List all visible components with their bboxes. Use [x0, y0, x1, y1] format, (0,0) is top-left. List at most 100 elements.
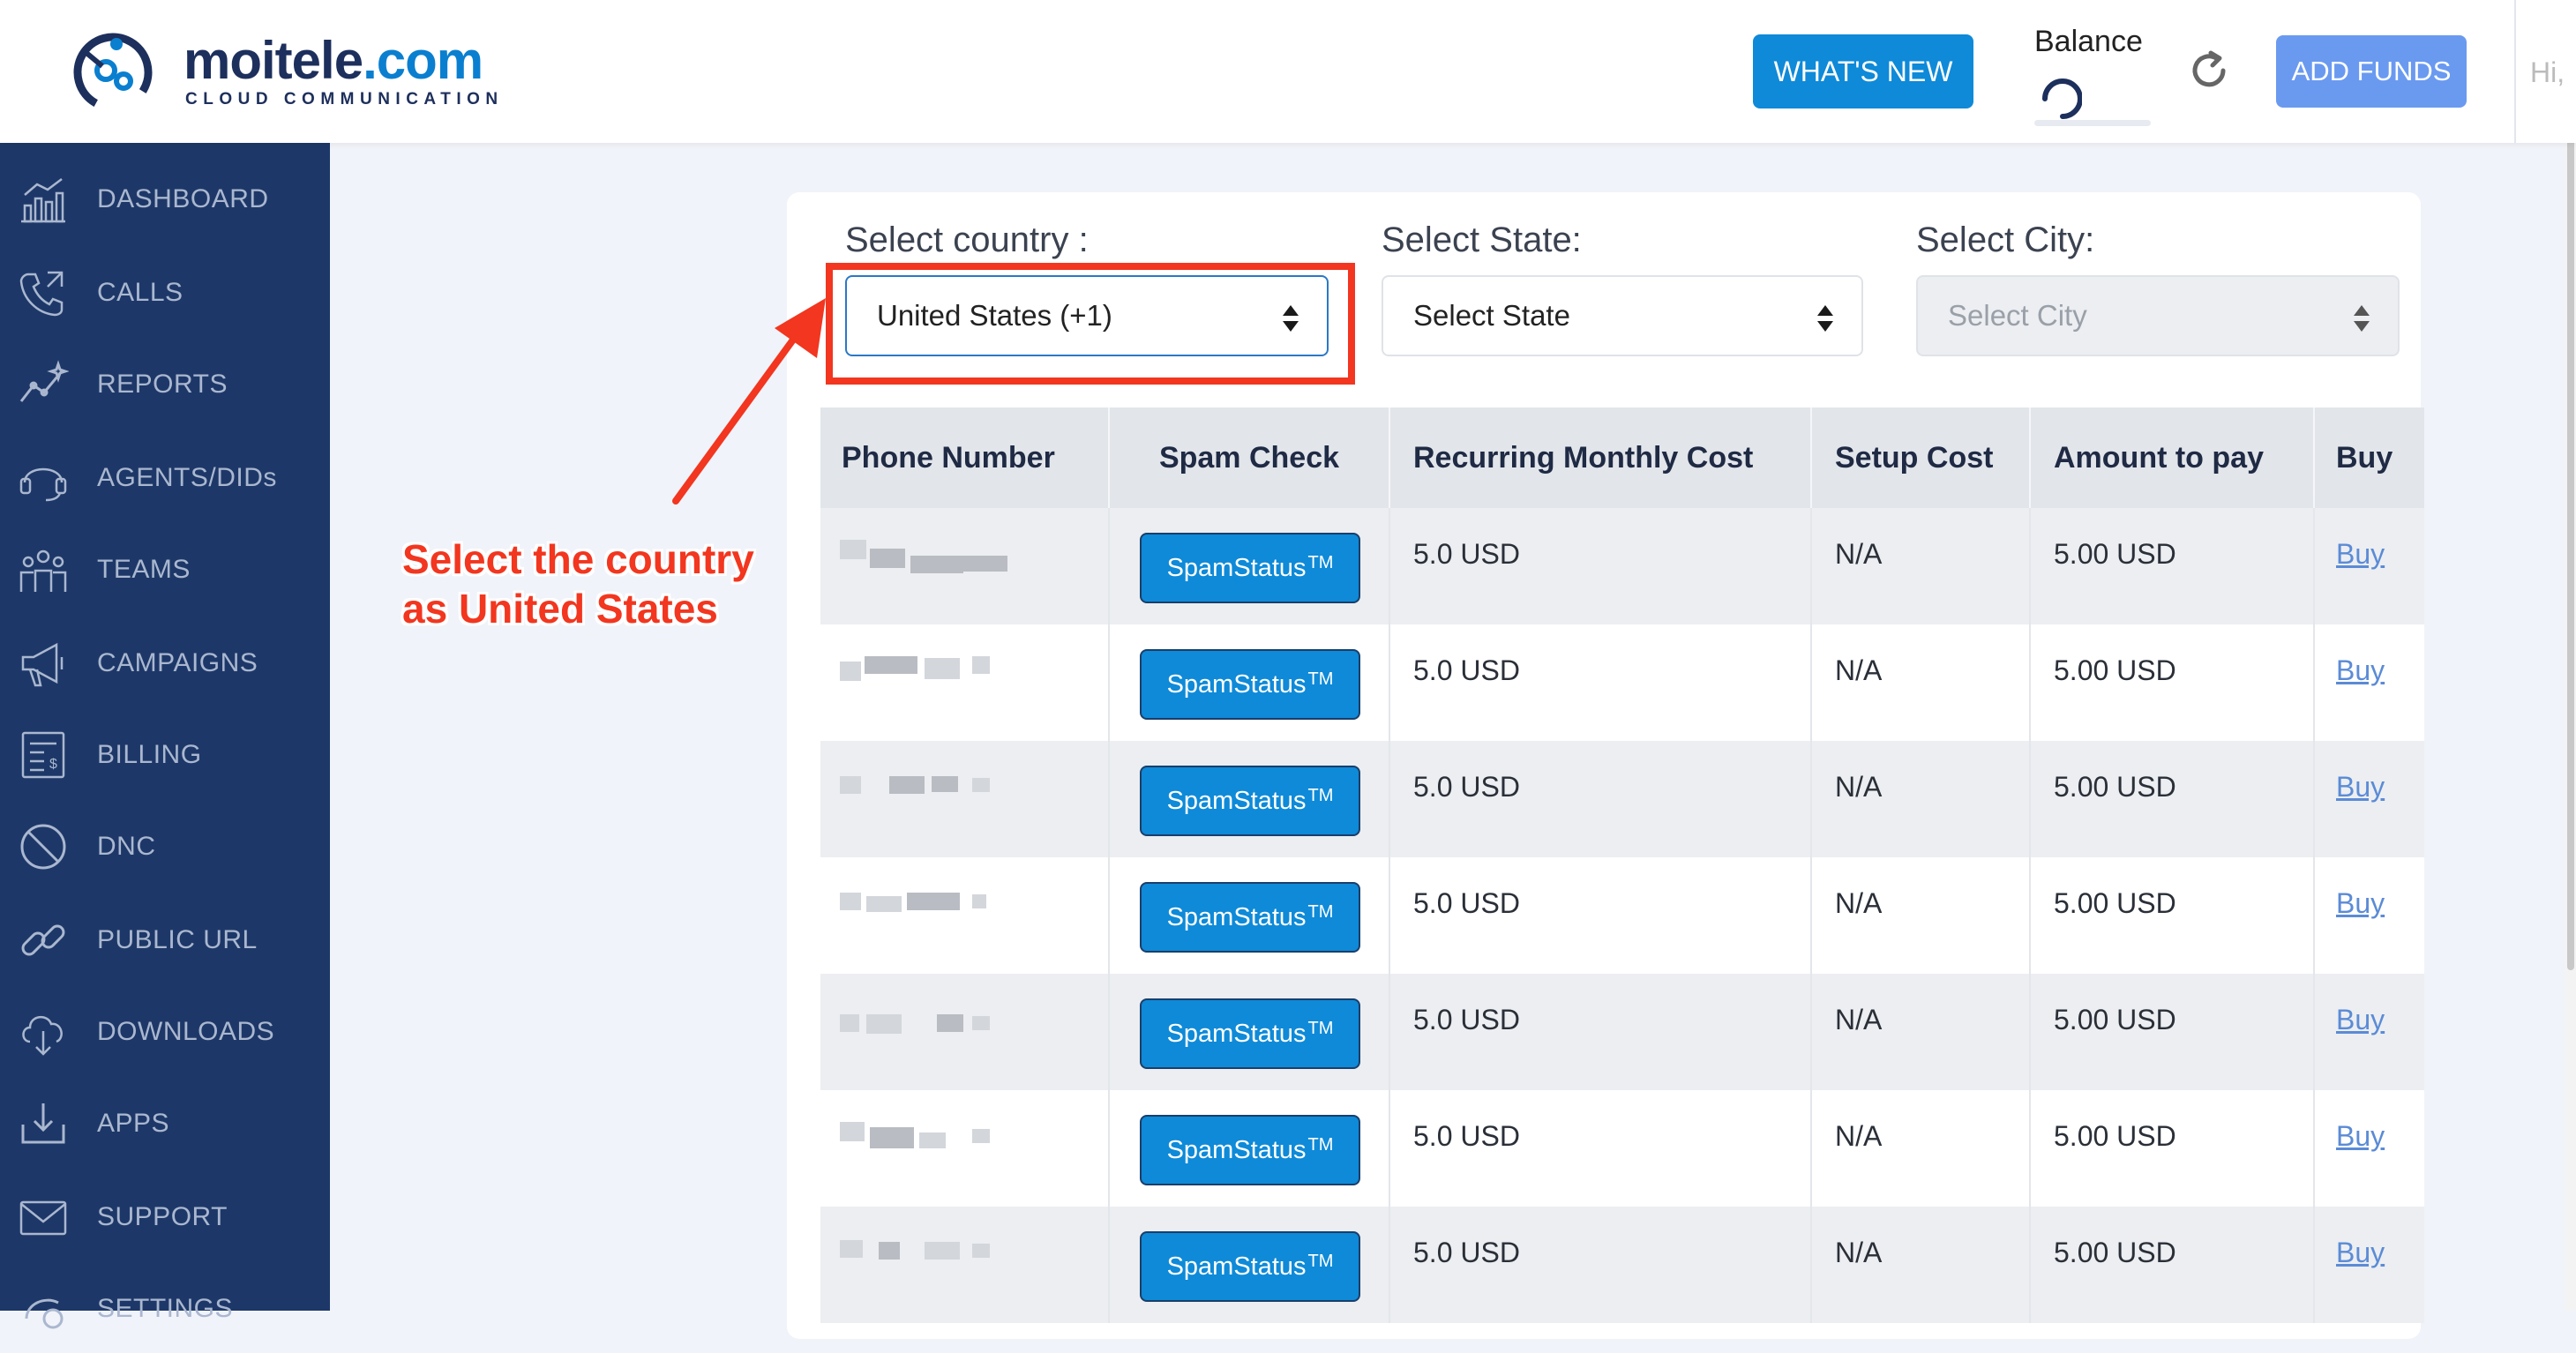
svg-text:$: $	[49, 757, 57, 772]
setup-cost-value: N/A	[1835, 887, 1883, 919]
buy-link[interactable]: Buy	[2336, 771, 2385, 804]
monthly-cost-cell: 5.0 USD	[1390, 857, 1812, 974]
amount-cell: 5.00 USD	[2031, 508, 2315, 624]
refresh-icon[interactable]	[2184, 46, 2234, 95]
monthly-cost-value: 5.0 USD	[1413, 1120, 1520, 1152]
headset-icon	[19, 467, 67, 502]
spam-check-cell: SpamStatus TM	[1110, 1207, 1390, 1323]
amount-value: 5.00 USD	[2054, 1237, 2176, 1268]
sidebar-item-label: CAMPAIGNS	[97, 648, 258, 677]
sidebar-item-label: AGENTS/DIDs	[97, 463, 277, 492]
buy-link[interactable]: Buy	[2336, 1120, 2385, 1153]
table-row: SpamStatus TM 5.0 USD N/A 5.00 USD Buy	[820, 857, 2424, 974]
table-header-row: Phone Number Spam Check Recurring Monthl…	[820, 407, 2424, 508]
scrollbar-thumb[interactable]	[2567, 0, 2574, 970]
amount-cell: 5.00 USD	[2031, 1090, 2315, 1207]
sidebar-item-billing[interactable]: $ BILLING	[0, 711, 330, 799]
prohibited-icon	[20, 824, 66, 870]
amount-value: 5.00 USD	[2054, 654, 2176, 686]
table-row: SpamStatus TM 5.0 USD N/A 5.00 USD Buy	[820, 624, 2424, 741]
spam-check-cell: SpamStatus TM	[1110, 741, 1390, 857]
link-icon	[21, 924, 65, 956]
annotation-line-1: Select the country	[402, 536, 754, 582]
spam-status-button[interactable]: SpamStatus TM	[1140, 1115, 1360, 1185]
top-header: moitele.com CLOUD COMMUNICATION WHAT'S N…	[0, 0, 2576, 143]
column-header-buy: Buy	[2336, 440, 2393, 475]
spam-status-button[interactable]: SpamStatus TM	[1140, 882, 1360, 953]
user-greeting[interactable]: Hi,	[2530, 56, 2565, 89]
state-select[interactable]: Select State	[1382, 275, 1863, 356]
sidebar: DASHBOARD CALLS REPORTS AGENTS/DIDs TEAM…	[0, 143, 330, 1329]
setup-cost-cell: N/A	[1812, 741, 2031, 857]
buy-link[interactable]: Buy	[2336, 654, 2385, 687]
spam-status-button[interactable]: SpamStatus TM	[1140, 1231, 1360, 1302]
setup-cost-value: N/A	[1835, 1004, 1883, 1035]
setup-cost-cell: N/A	[1812, 857, 2031, 974]
monthly-cost-value: 5.0 USD	[1413, 1237, 1520, 1268]
sort-arrows-icon	[1283, 305, 1299, 332]
monthly-cost-cell: 5.0 USD	[1390, 624, 1812, 741]
buy-cell: Buy	[2315, 857, 2424, 974]
monthly-cost-value: 5.0 USD	[1413, 887, 1520, 919]
buy-cell: Buy	[2315, 1090, 2424, 1207]
spam-status-button[interactable]: SpamStatus TM	[1140, 998, 1360, 1069]
phone-number-redacted	[840, 764, 1016, 834]
spam-status-trademark: TM	[1307, 669, 1334, 689]
city-select[interactable]: Select City	[1916, 275, 2400, 356]
buy-link[interactable]: Buy	[2336, 887, 2385, 920]
spam-status-button[interactable]: SpamStatus TM	[1140, 533, 1360, 603]
sidebar-item-dnc[interactable]: DNC	[0, 803, 330, 891]
buy-cell: Buy	[2315, 624, 2424, 741]
trend-line-icon	[19, 360, 69, 402]
sidebar-item-label: APPS	[97, 1109, 170, 1138]
sidebar-item-downloads[interactable]: DOWNLOADS	[0, 988, 330, 1076]
sidebar-item-public-url[interactable]: PUBLIC URL	[0, 896, 330, 984]
spam-status-label: SpamStatus	[1166, 1252, 1307, 1281]
spam-check-cell: SpamStatus TM	[1110, 508, 1390, 624]
monthly-cost-cell: 5.0 USD	[1390, 508, 1812, 624]
country-label: Select country :	[845, 221, 1089, 259]
sidebar-item-label: TEAMS	[97, 555, 191, 584]
sidebar-item-apps[interactable]: APPS	[0, 1080, 330, 1168]
amount-value: 5.00 USD	[2054, 1004, 2176, 1035]
sidebar-item-settings[interactable]: SETTINGS	[0, 1265, 330, 1353]
buy-cell: Buy	[2315, 741, 2424, 857]
sidebar-item-label: BILLING	[97, 740, 202, 769]
sidebar-item-calls[interactable]: CALLS	[0, 249, 330, 337]
country-select[interactable]: United States (+1)	[845, 275, 1329, 356]
state-select-value: Select State	[1413, 299, 1570, 332]
buy-cell: Buy	[2315, 1207, 2424, 1323]
sidebar-item-dashboard[interactable]: DASHBOARD	[0, 155, 330, 243]
sidebar-item-label: PUBLIC URL	[97, 925, 258, 954]
spam-status-button[interactable]: SpamStatus TM	[1140, 766, 1360, 836]
state-label: Select State:	[1382, 221, 1582, 259]
sidebar-item-agents[interactable]: AGENTS/DIDs	[0, 434, 330, 522]
sidebar-item-label: DNC	[97, 832, 156, 861]
phone-number-cell	[820, 857, 1110, 974]
spam-status-button[interactable]: SpamStatus TM	[1140, 649, 1360, 720]
dashboard-chart-icon	[21, 178, 65, 223]
spam-status-label: SpamStatus	[1166, 1135, 1307, 1164]
monthly-cost-cell: 5.0 USD	[1390, 741, 1812, 857]
moitele-logo[interactable]: moitele.com CLOUD COMMUNICATION	[51, 26, 510, 115]
spam-check-cell: SpamStatus TM	[1110, 974, 1390, 1090]
add-funds-button[interactable]: ADD FUNDS	[2276, 35, 2467, 108]
spam-status-label: SpamStatus	[1166, 786, 1307, 815]
whats-new-button[interactable]: WHAT'S NEW	[1753, 34, 1973, 108]
phone-number-cell	[820, 974, 1110, 1090]
buy-link[interactable]: Buy	[2336, 1237, 2385, 1269]
phone-number-redacted	[840, 647, 1016, 718]
monthly-cost-value: 5.0 USD	[1413, 538, 1520, 570]
spam-status-label: SpamStatus	[1166, 902, 1307, 931]
sidebar-item-teams[interactable]: TEAMS	[0, 526, 330, 614]
amount-value: 5.00 USD	[2054, 887, 2176, 919]
sidebar-item-campaigns[interactable]: CAMPAIGNS	[0, 619, 330, 707]
team-icon	[19, 549, 67, 592]
city-select-value: Select City	[1948, 299, 2087, 332]
spam-status-trademark: TM	[1307, 552, 1334, 572]
sidebar-item-support[interactable]: SUPPORT	[0, 1173, 330, 1261]
amount-cell: 5.00 USD	[2031, 857, 2315, 974]
buy-link[interactable]: Buy	[2336, 1004, 2385, 1036]
sidebar-item-reports[interactable]: REPORTS	[0, 340, 330, 429]
buy-link[interactable]: Buy	[2336, 538, 2385, 571]
